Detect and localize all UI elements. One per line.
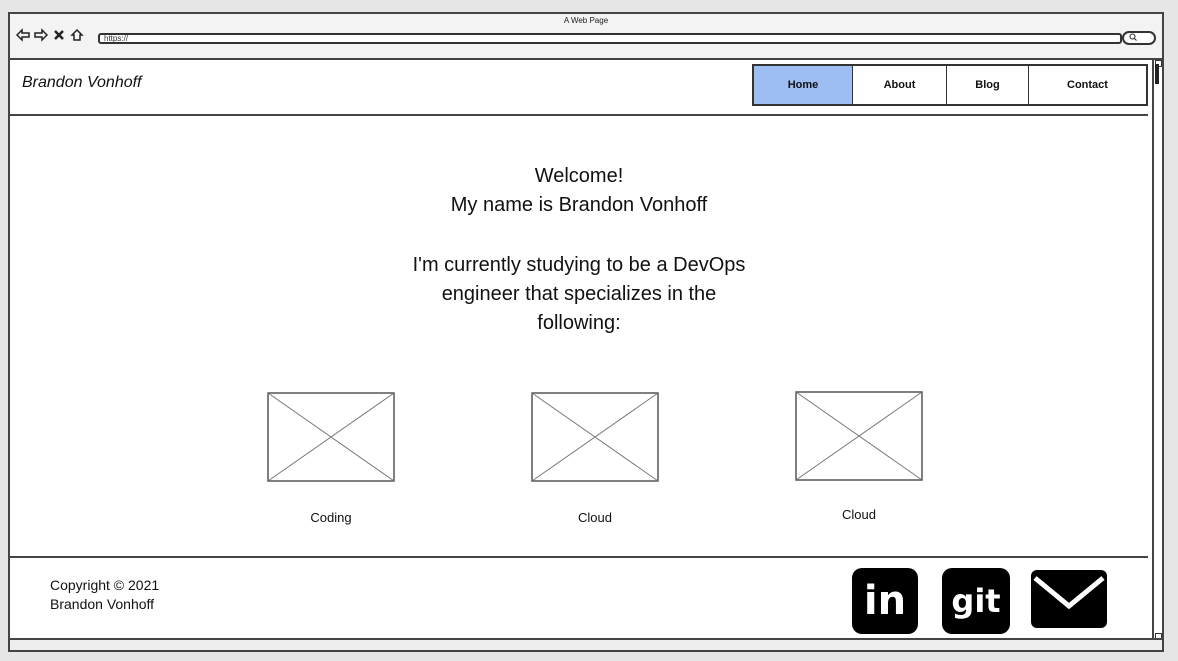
git-icon[interactable]: git [942, 568, 1010, 634]
study-line-2: engineer that specializes in the [441, 283, 717, 305]
status-bar [10, 638, 1162, 650]
address-bar[interactable]: https:// [98, 33, 1122, 44]
close-icon[interactable] [52, 28, 66, 42]
site-header: Brandon Vonhoff Home About Blog Contact [10, 60, 1148, 116]
tile-coding: Coding [267, 392, 395, 525]
window-title: A Web Page [563, 16, 609, 25]
copyright-line-1: Copyright © 2021 [50, 577, 160, 593]
study-line-3: following: [537, 312, 621, 334]
study-line-1: I'm currently studying to be a DevOps [412, 254, 746, 276]
site-brand[interactable]: Brandon Vonhoff [22, 74, 142, 92]
browser-window: A Web Page https:// Brandon Vonhoff Home… [8, 12, 1164, 652]
email-icon[interactable] [1029, 568, 1109, 632]
name-line: My name is Brandon Vonhoff [450, 194, 708, 216]
home-icon[interactable] [70, 28, 84, 42]
tile-label: Cloud [578, 510, 612, 525]
search-icon[interactable] [1122, 31, 1156, 45]
welcome-heading: Welcome! [534, 165, 624, 187]
back-icon[interactable] [15, 28, 30, 42]
forward-icon[interactable] [34, 28, 49, 42]
main-content: Welcome! My name is Brandon Vonhoff I'm … [10, 116, 1148, 556]
tile-label: Coding [310, 510, 352, 525]
image-placeholder-icon [267, 392, 395, 482]
copyright-line-2: Brandon Vonhoff [50, 596, 155, 612]
vertical-scrollbar[interactable] [1152, 60, 1162, 642]
site-footer: Copyright © 2021 Brandon Vonhoff in git [10, 556, 1148, 648]
linkedin-icon[interactable]: in [852, 568, 918, 634]
tab-home[interactable]: Home [754, 66, 852, 104]
tile-cloud-2: Cloud [795, 391, 923, 522]
tile-cloud: Cloud [531, 392, 659, 525]
image-placeholder-icon [795, 391, 923, 481]
git-text: git [951, 582, 1001, 620]
tab-about[interactable]: About [852, 66, 946, 104]
scroll-thumb[interactable] [1155, 64, 1159, 84]
nav-tabs: Home About Blog Contact [752, 64, 1148, 106]
copyright: Copyright © 2021 Brandon Vonhoff [50, 576, 159, 614]
tab-contact[interactable]: Contact [1028, 66, 1146, 104]
linkedin-text: in [863, 578, 907, 624]
browser-chrome: A Web Page https:// [10, 14, 1162, 60]
image-placeholder-icon [531, 392, 659, 482]
tab-blog[interactable]: Blog [946, 66, 1028, 104]
tile-label: Cloud [842, 507, 876, 522]
browser-nav [15, 28, 84, 42]
